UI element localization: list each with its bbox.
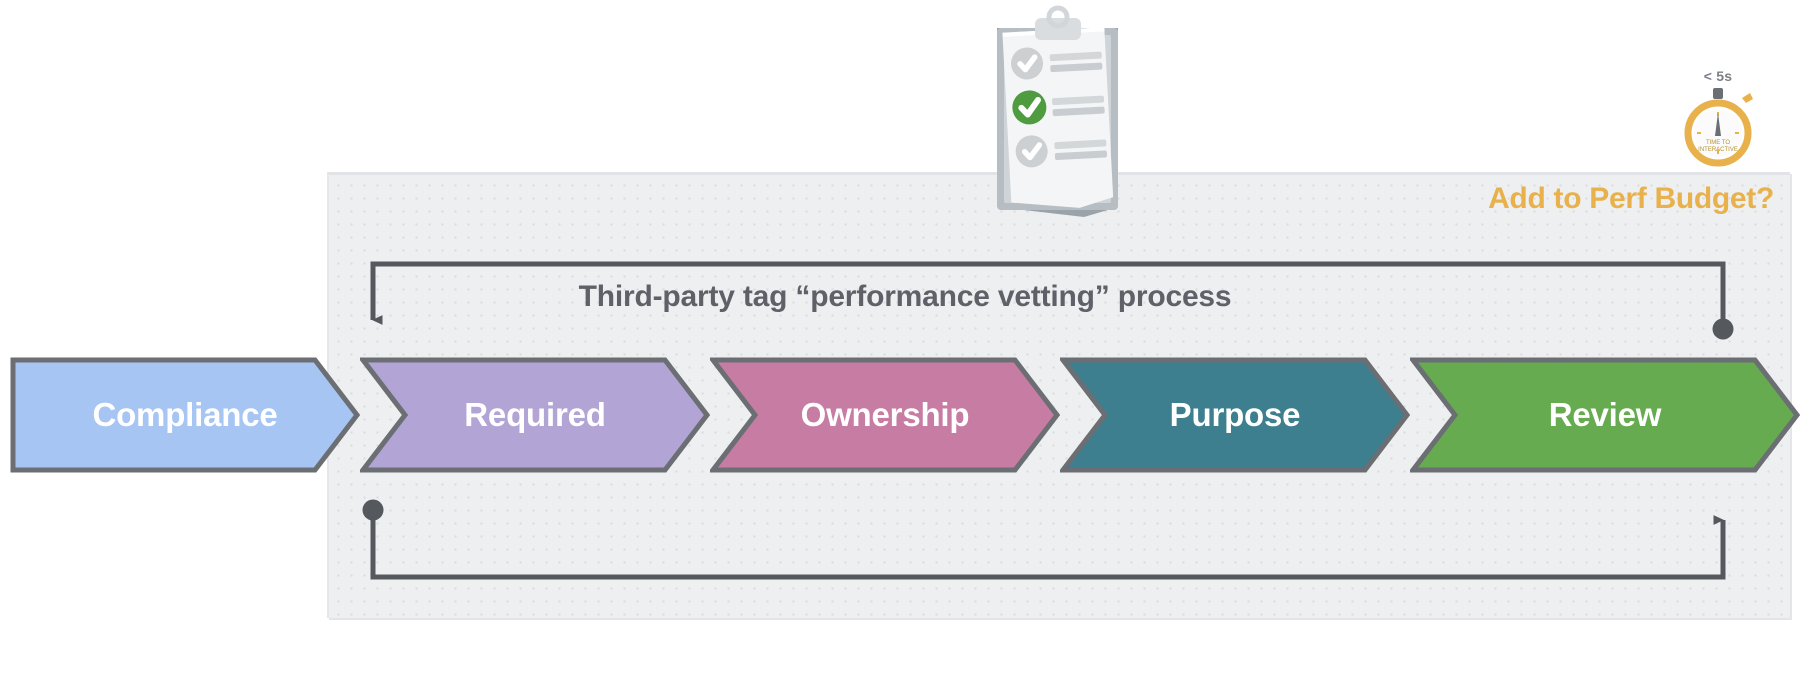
page-title: Third-party tag “performance vetting” pr… bbox=[578, 280, 1232, 313]
stage-review[interactable]: Review bbox=[1410, 357, 1800, 473]
stopwatch-icon: < 5s TIME TO INTERACTIVE bbox=[1668, 68, 1768, 173]
stage-shape-ownership bbox=[710, 357, 1060, 473]
stage-ownership[interactable]: Ownership bbox=[710, 357, 1060, 473]
stopwatch-dial-line-1: TIME TO bbox=[1706, 140, 1730, 146]
diagram-canvas: Add to Perf Budget? Third-party tag “per… bbox=[0, 0, 1810, 690]
stage-shape-required bbox=[360, 357, 710, 473]
clipboard-checklist-icon bbox=[985, 4, 1130, 224]
stopwatch-dial-line-2: INTERACTIVE bbox=[1698, 147, 1738, 153]
stage-required[interactable]: Required bbox=[360, 357, 710, 473]
stage-shape-review bbox=[1410, 357, 1800, 473]
process-stage-row: Compliance Required Ownership Purpose Re… bbox=[0, 357, 1810, 473]
stage-shape-purpose bbox=[1060, 357, 1410, 473]
stage-purpose[interactable]: Purpose bbox=[1060, 357, 1410, 473]
perf-budget-label: Add to Perf Budget? bbox=[1488, 182, 1774, 215]
stage-compliance[interactable]: Compliance bbox=[10, 357, 360, 473]
stage-shape-compliance bbox=[10, 357, 360, 473]
